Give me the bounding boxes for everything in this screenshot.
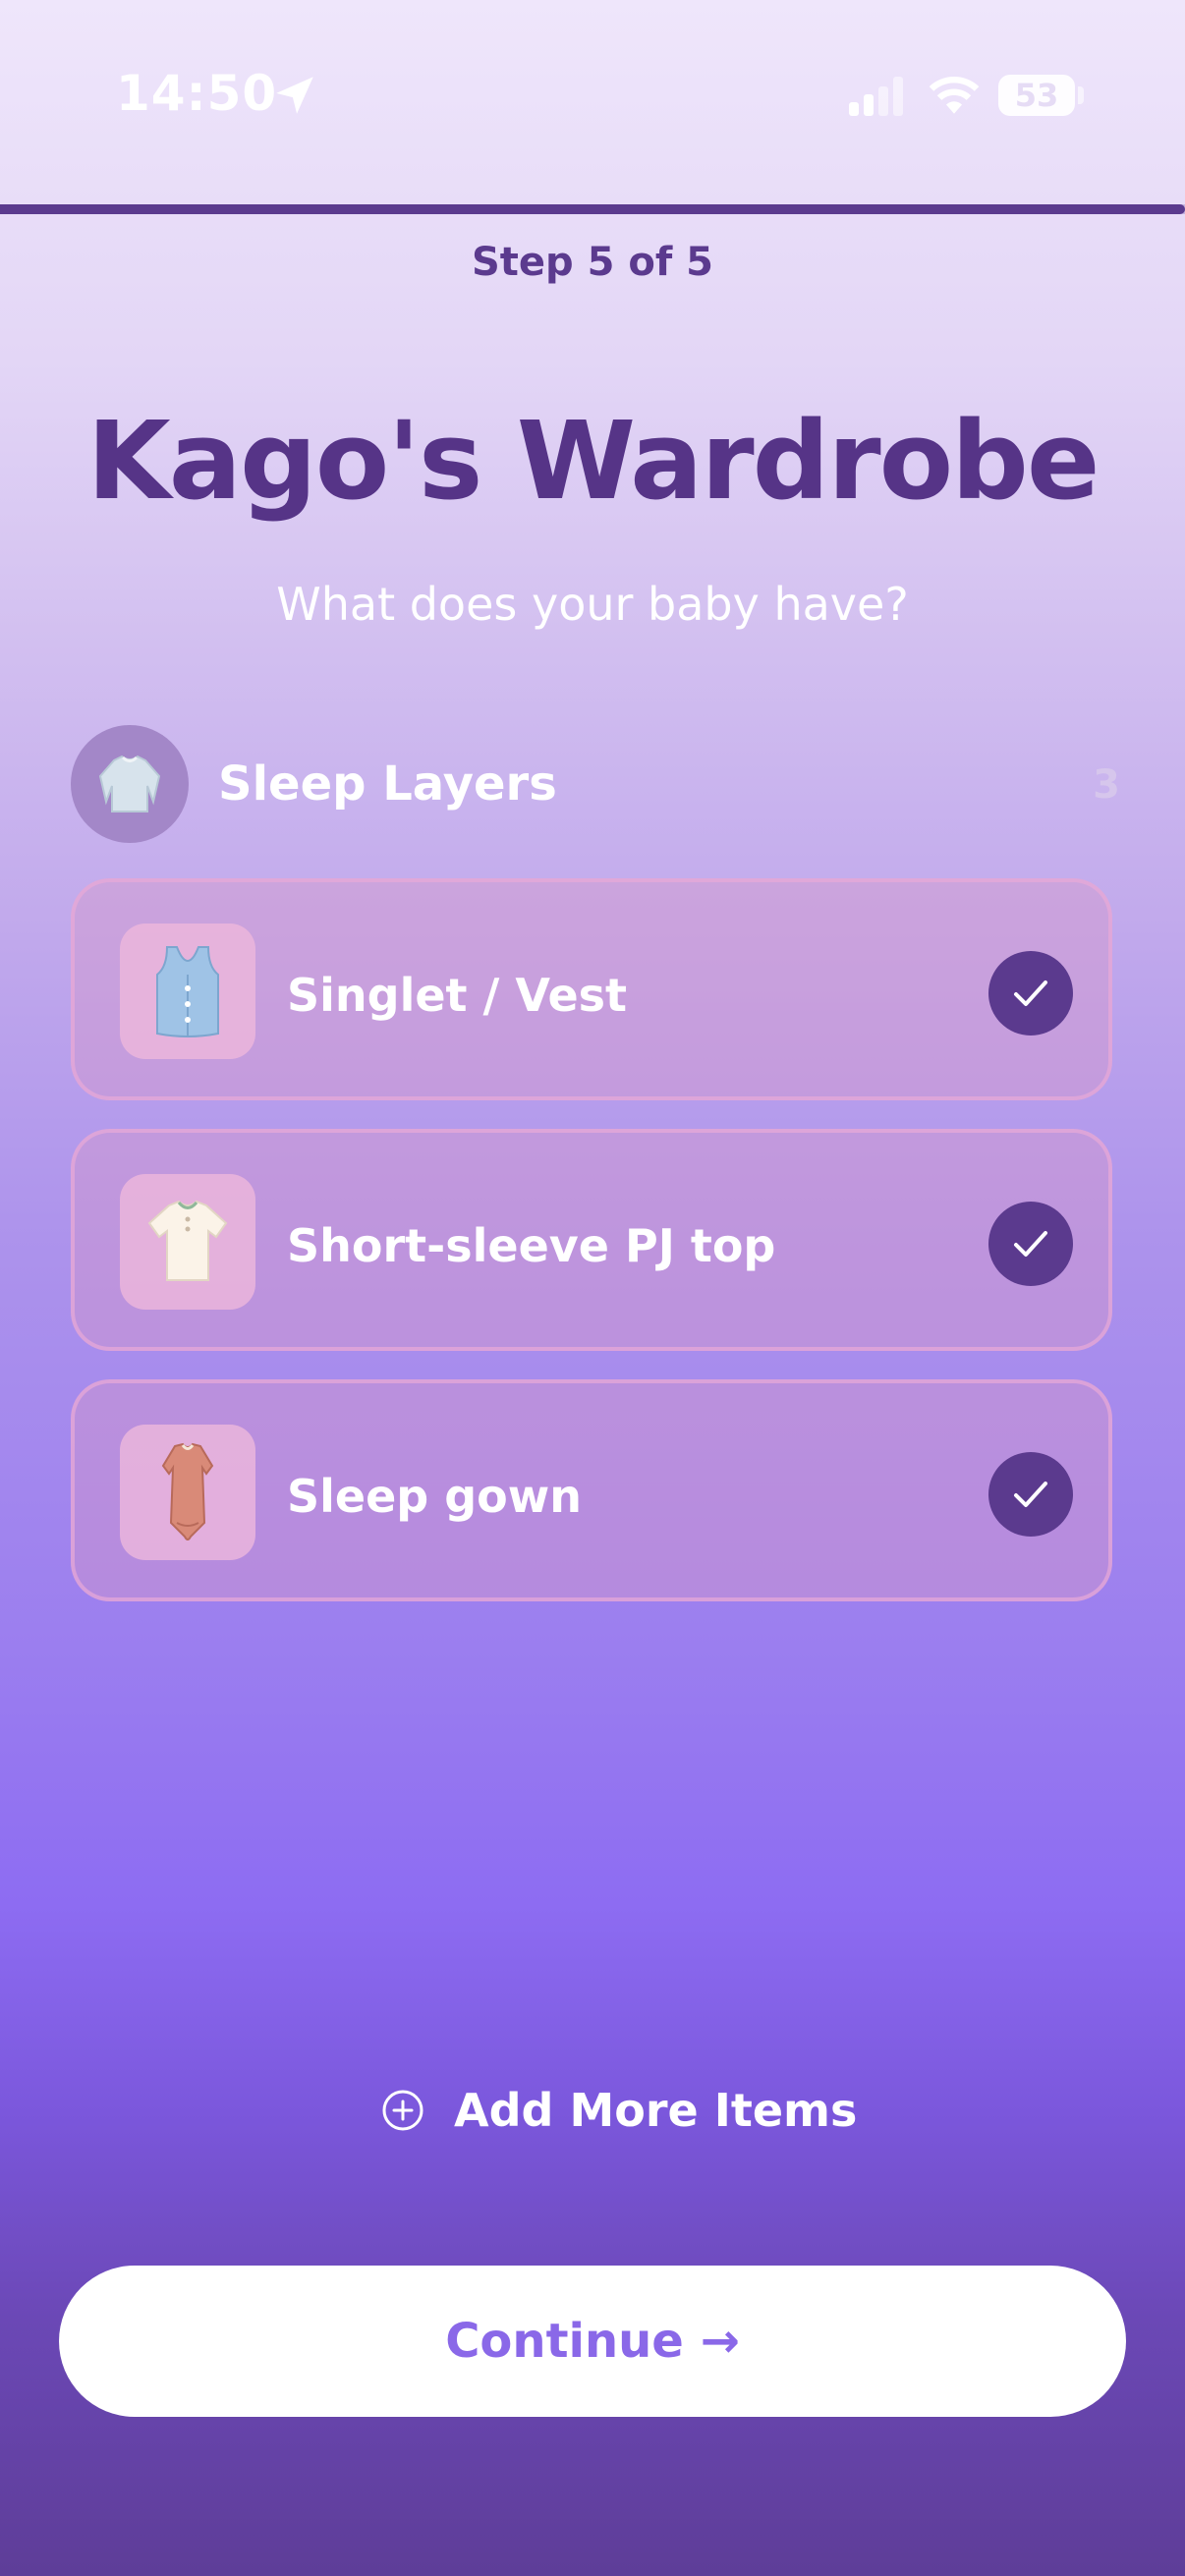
item-thumbnail <box>120 1174 255 1310</box>
item-label: Singlet / Vest <box>287 969 628 1022</box>
long-sleeve-shirt-icon <box>98 755 161 812</box>
continue-label: Continue → <box>445 2314 740 2369</box>
item-thumbnail <box>120 1425 255 1560</box>
progress-bar <box>0 204 1185 214</box>
item-card-short-sleeve-pj-top[interactable]: Short-sleeve PJ top <box>71 1129 1112 1351</box>
checkmark-icon <box>1014 980 1047 1006</box>
sleep-gown-icon <box>161 1442 214 1540</box>
tshirt-icon <box>147 1200 228 1281</box>
category-icon <box>71 725 189 843</box>
item-label: Sleep gown <box>287 1470 583 1523</box>
item-checkbox[interactable] <box>988 1452 1073 1537</box>
plus-circle-icon <box>382 2090 423 2131</box>
vest-icon <box>156 946 219 1037</box>
item-card-sleep-gown[interactable]: Sleep gown <box>71 1379 1112 1601</box>
battery-cap <box>1078 86 1084 104</box>
page-title: Kago's Wardrobe <box>86 398 1100 524</box>
continue-button[interactable]: Continue → <box>59 2266 1126 2417</box>
battery-level: 53 <box>1014 77 1059 114</box>
item-label: Short-sleeve PJ top <box>287 1219 776 1272</box>
item-checkbox[interactable] <box>988 951 1073 1036</box>
status-time: 14:50 <box>116 65 278 122</box>
category-label: Sleep Layers <box>218 756 557 812</box>
add-more-items-label: Add More Items <box>454 2084 858 2137</box>
page-subtitle: What does your baby have? <box>276 578 909 631</box>
item-card-singlet-vest[interactable]: Singlet / Vest <box>71 878 1112 1100</box>
category-count: 3 <box>1093 762 1120 808</box>
add-more-items-button[interactable]: Add More Items <box>381 2079 857 2142</box>
location-arrow-icon <box>276 77 313 114</box>
checkmark-icon <box>1014 1231 1047 1257</box>
item-checkbox[interactable] <box>988 1202 1073 1286</box>
checkmark-icon <box>1014 1482 1047 1507</box>
cellular-signal-icon <box>849 75 904 116</box>
item-thumbnail <box>120 924 255 1059</box>
wifi-icon <box>929 77 980 114</box>
step-indicator: Step 5 of 5 <box>471 240 713 285</box>
